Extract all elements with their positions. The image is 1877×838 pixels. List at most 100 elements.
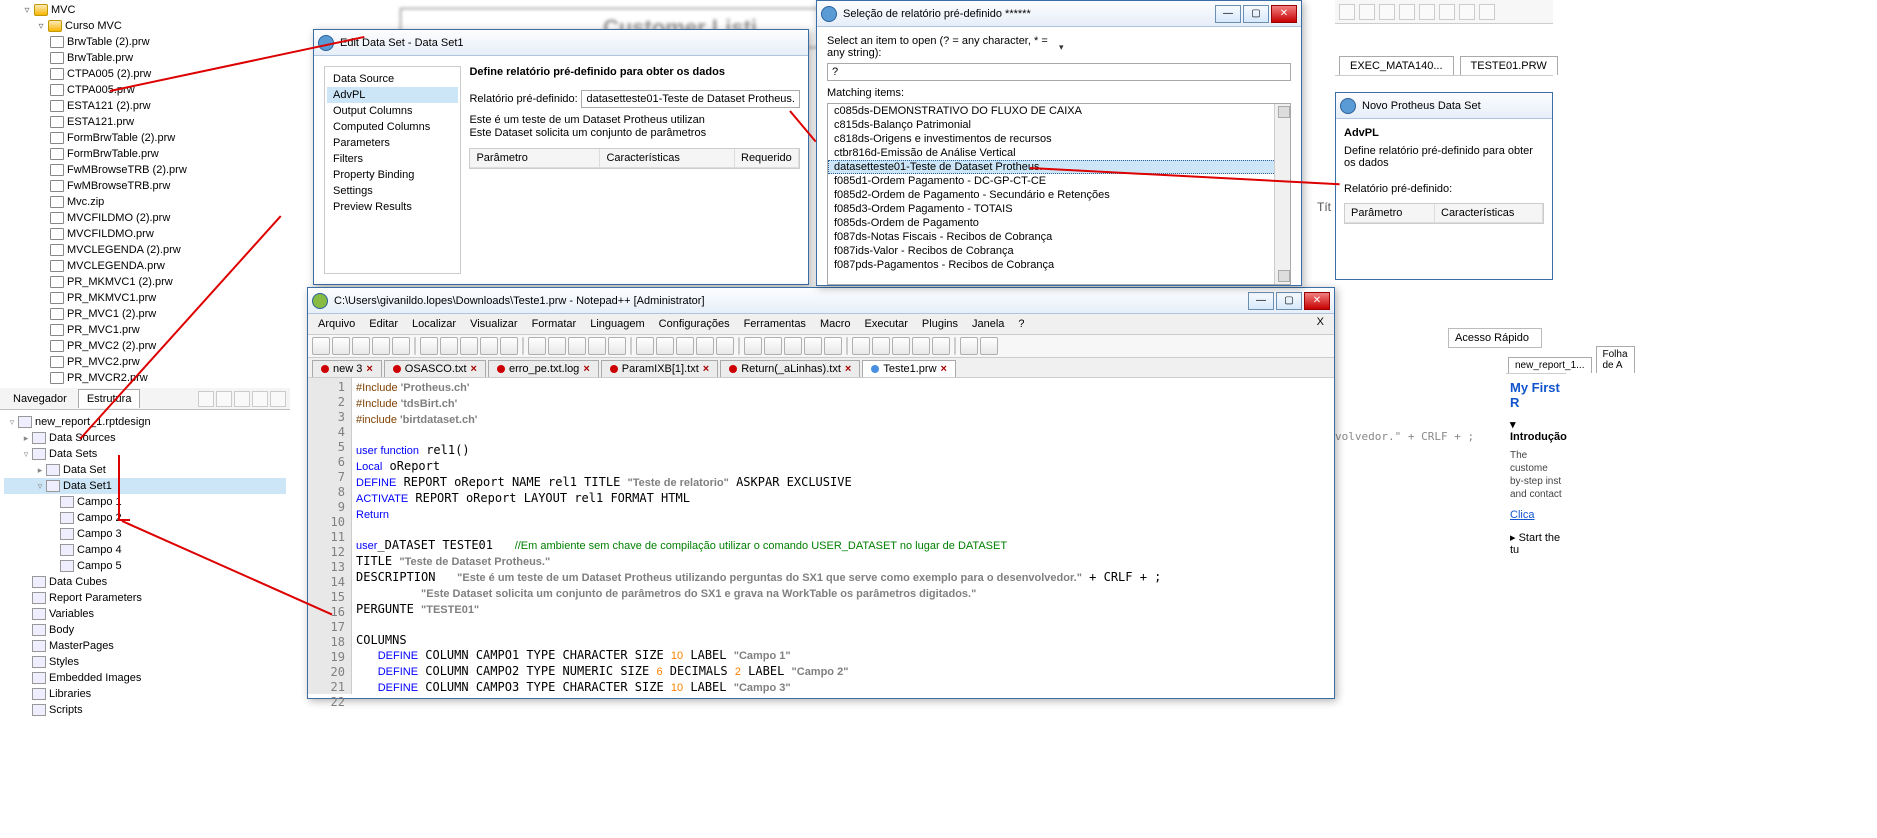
tree-file[interactable]: FormBrwTable (2).prw (8, 130, 290, 146)
toolbar-icon[interactable] (630, 337, 632, 355)
quick-access-field[interactable]: Acesso Rápido (1448, 328, 1542, 348)
menu-item[interactable]: Plugins (916, 316, 964, 332)
tree-file[interactable]: FormBrwTable.prw (8, 146, 290, 162)
tab[interactable]: Folha de A (1596, 346, 1635, 373)
titlebar[interactable]: Novo Protheus Data Set (1336, 93, 1552, 119)
tree-file[interactable]: MVCFILDMO.prw (8, 226, 290, 242)
maximize-button[interactable]: ▢ (1243, 5, 1269, 23)
toolbar-icon[interactable] (528, 337, 546, 355)
close-button[interactable]: ✕ (1304, 292, 1330, 310)
toolbar-icon[interactable] (696, 337, 714, 355)
caret-icon[interactable]: ▿ (36, 21, 46, 32)
tree-file[interactable]: PR_MKMVC1.prw (8, 290, 290, 306)
menu-item[interactable]: Configurações (653, 316, 736, 332)
category-item[interactable]: Filters (327, 151, 458, 167)
toolbar-icon[interactable] (738, 337, 740, 355)
toolbar-icon[interactable] (1419, 4, 1435, 20)
caret-icon[interactable]: ▿ (22, 5, 32, 16)
list-item[interactable]: ctbr816d-Emissão de Análise Vertical (828, 146, 1290, 160)
toolbar-icon[interactable] (480, 337, 498, 355)
tree-file[interactable]: PR_MVCR2.prw (8, 370, 290, 386)
category-item[interactable]: Data Source (327, 71, 458, 87)
caret-icon[interactable]: ▿ (20, 449, 32, 460)
help-section[interactable]: ▾ Introdução (1506, 416, 1566, 445)
toolbar-icon[interactable] (568, 337, 586, 355)
help-start[interactable]: ▸ Start the tu (1506, 525, 1566, 562)
tree-folder-mvc[interactable]: ▿ MVC (8, 2, 290, 18)
category-item[interactable]: Property Binding (327, 167, 458, 183)
toolbar-icon[interactable] (764, 337, 782, 355)
tab-close-x[interactable]: X (1311, 316, 1330, 328)
tree-file[interactable]: Mvc.zip (8, 194, 290, 210)
list-item[interactable]: f087ids-Valor - Recibos de Cobrança (828, 244, 1290, 258)
toolbar-icon[interactable] (954, 337, 956, 355)
tree-file[interactable]: MVCLEGENDA (2).prw (8, 242, 290, 258)
outline-item[interactable]: ▿Data Sets (4, 446, 286, 462)
minimize-button[interactable]: — (1248, 292, 1274, 310)
toolbar-icon[interactable] (332, 337, 350, 355)
toolbar-icon[interactable] (216, 391, 232, 407)
toolbar-icon[interactable] (636, 337, 654, 355)
caret-icon[interactable]: ▿ (34, 481, 46, 492)
list-item[interactable]: datasetteste01-Teste de Dataset Protheus… (828, 160, 1290, 174)
tree-file[interactable]: FwMBrowseTRB (2).prw (8, 162, 290, 178)
toolbar-icon[interactable] (270, 391, 286, 407)
list-item[interactable]: c815ds-Balanço Patrimonial (828, 118, 1290, 132)
toolbar-icon[interactable] (252, 391, 268, 407)
toolbar-icon[interactable] (960, 337, 978, 355)
toolbar-icon[interactable] (312, 337, 330, 355)
category-item[interactable]: Settings (327, 183, 458, 199)
outline-item[interactable]: Campo 3 (4, 526, 286, 542)
outline-item[interactable]: Scripts (4, 702, 286, 718)
toolbar-icon[interactable] (460, 337, 478, 355)
outline-item[interactable]: Campo 1 (4, 494, 286, 510)
list-item[interactable]: c085ds-DEMONSTRATIVO DO FLUXO DE CAIXA (828, 104, 1290, 118)
toolbar-icon[interactable] (676, 337, 694, 355)
tab[interactable]: new_report_1... (1508, 357, 1592, 373)
tree-file[interactable]: CTPA005.prw (8, 82, 290, 98)
list-item[interactable]: c818ds-Origens e investimentos de recurs… (828, 132, 1290, 146)
outline-item[interactable]: ▸Data Set (4, 462, 286, 478)
outline-item[interactable]: ▸Data Sources (4, 430, 286, 446)
code-area[interactable]: #Include 'Protheus.ch' #Include 'tdsBirt… (352, 378, 1334, 694)
toolbar-icon[interactable] (656, 337, 674, 355)
toolbar-icon[interactable] (548, 337, 566, 355)
editor-tab[interactable]: Return(_aLinhas).txt× (720, 360, 860, 377)
toolbar-icon[interactable] (234, 391, 250, 407)
col-header[interactable]: Características (600, 149, 735, 167)
tree-file[interactable]: PR_MVC2 (2).prw (8, 338, 290, 354)
menu-item[interactable]: ? (1012, 316, 1030, 332)
col-header[interactable]: Características (1435, 204, 1543, 222)
outline-item[interactable]: MasterPages (4, 638, 286, 654)
list-item[interactable]: f085d2-Ordem de Pagamento - Secundário e… (828, 188, 1290, 202)
outline-item[interactable]: Embedded Images (4, 670, 286, 686)
col-header[interactable]: Parâmetro (1345, 204, 1435, 222)
menu-item[interactable]: Executar (859, 316, 914, 332)
outline-item[interactable]: ▿Data Set1 (4, 478, 286, 494)
menu-item[interactable]: Localizar (406, 316, 462, 332)
tree-file[interactable]: CTPA005 (2).prw (8, 66, 290, 82)
list-item[interactable]: f087ds-Notas Fiscais - Recibos de Cobran… (828, 230, 1290, 244)
toolbar-icon[interactable] (392, 337, 410, 355)
editor-tab[interactable]: new 3× (312, 360, 382, 377)
menu-item[interactable]: Macro (814, 316, 857, 332)
tree-file[interactable]: BrwTable.prw (8, 50, 290, 66)
close-icon[interactable]: × (941, 363, 947, 375)
editor-tab[interactable]: ParamIXB[1].txt× (601, 360, 718, 377)
tree-file[interactable]: ESTA121.prw (8, 114, 290, 130)
toolbar-icon[interactable] (852, 337, 870, 355)
tree-file[interactable]: MVCFILDMO (2).prw (8, 210, 290, 226)
minimize-button[interactable]: — (1215, 5, 1241, 23)
toolbar-icon[interactable] (500, 337, 518, 355)
col-header[interactable]: Parâmetro (470, 149, 600, 167)
toolbar-icon[interactable] (420, 337, 438, 355)
toolbar-icon[interactable] (1359, 4, 1375, 20)
outline-item[interactable]: ▿new_report_1.rptdesign (4, 414, 286, 430)
filter-input[interactable] (827, 63, 1291, 81)
list-item[interactable]: f085d3-Ordem Pagamento - TOTAIS (828, 202, 1290, 216)
menu-item[interactable]: Visualizar (464, 316, 524, 332)
category-item[interactable]: AdvPL (327, 87, 458, 103)
list-item[interactable]: f087pds-Pagamentos - Recibos de Cobrança (828, 258, 1290, 272)
code-editor[interactable]: 12345678910111213141516171819202122 #Inc… (308, 378, 1334, 694)
tree-folder-curso[interactable]: ▿ Curso MVC (8, 18, 290, 34)
